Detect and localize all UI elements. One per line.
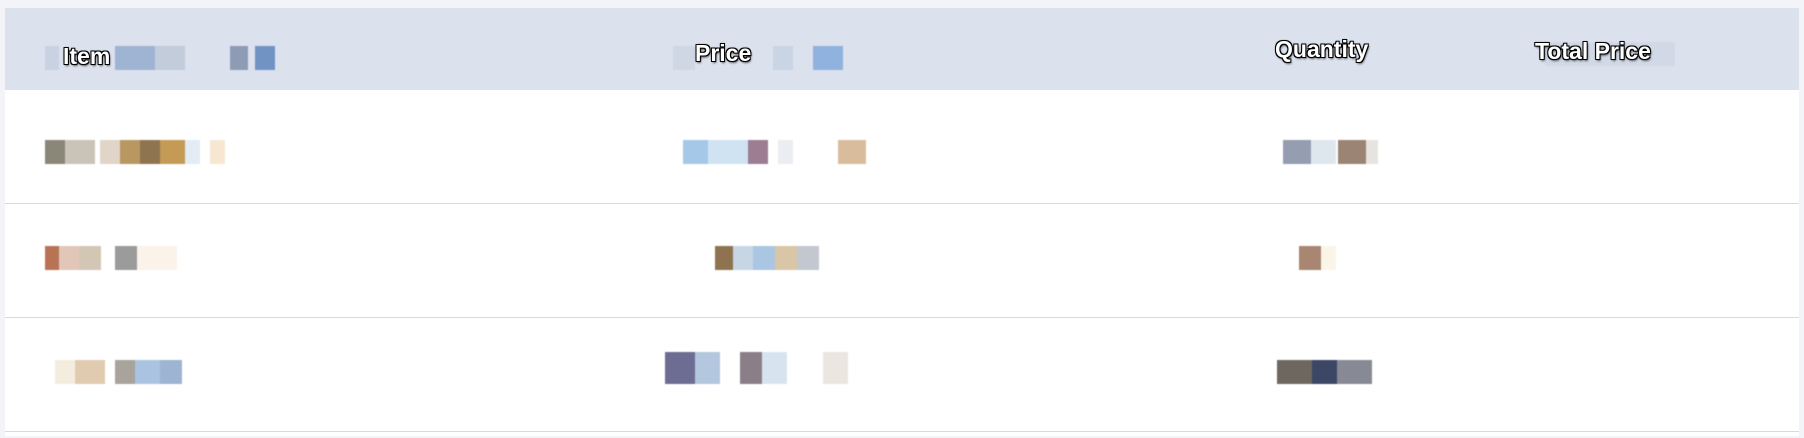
item-name-blurred — [55, 360, 185, 384]
cell-price — [683, 138, 868, 166]
table-header: Item Price Quantity Total Price — [5, 8, 1799, 90]
cell-item — [45, 244, 185, 272]
cell-quantity — [1283, 138, 1378, 166]
cart-table: Item Price Quantity Total Price — [5, 8, 1799, 436]
table-row — [5, 318, 1799, 432]
item-name-blurred — [45, 246, 185, 270]
item-name-blurred — [45, 140, 225, 164]
cell-item — [55, 358, 185, 386]
price-blurred — [705, 246, 825, 270]
cell-price — [705, 244, 825, 272]
table-row — [5, 204, 1799, 318]
cell-quantity — [1277, 358, 1372, 386]
column-header-quantity[interactable]: Quantity — [1275, 36, 1368, 63]
column-header-item[interactable]: Item — [63, 43, 110, 70]
table-row — [5, 90, 1799, 204]
column-header-price[interactable]: Price — [695, 40, 751, 67]
cell-item — [45, 138, 225, 166]
price-blurred — [683, 140, 868, 164]
price-blurred — [665, 352, 850, 384]
quantity-blurred — [1283, 140, 1378, 164]
quantity-blurred — [1277, 360, 1372, 384]
cell-quantity — [1283, 244, 1343, 272]
quantity-blurred — [1283, 246, 1343, 270]
column-header-total-price[interactable]: Total Price — [1535, 38, 1651, 65]
cell-price — [665, 352, 850, 384]
